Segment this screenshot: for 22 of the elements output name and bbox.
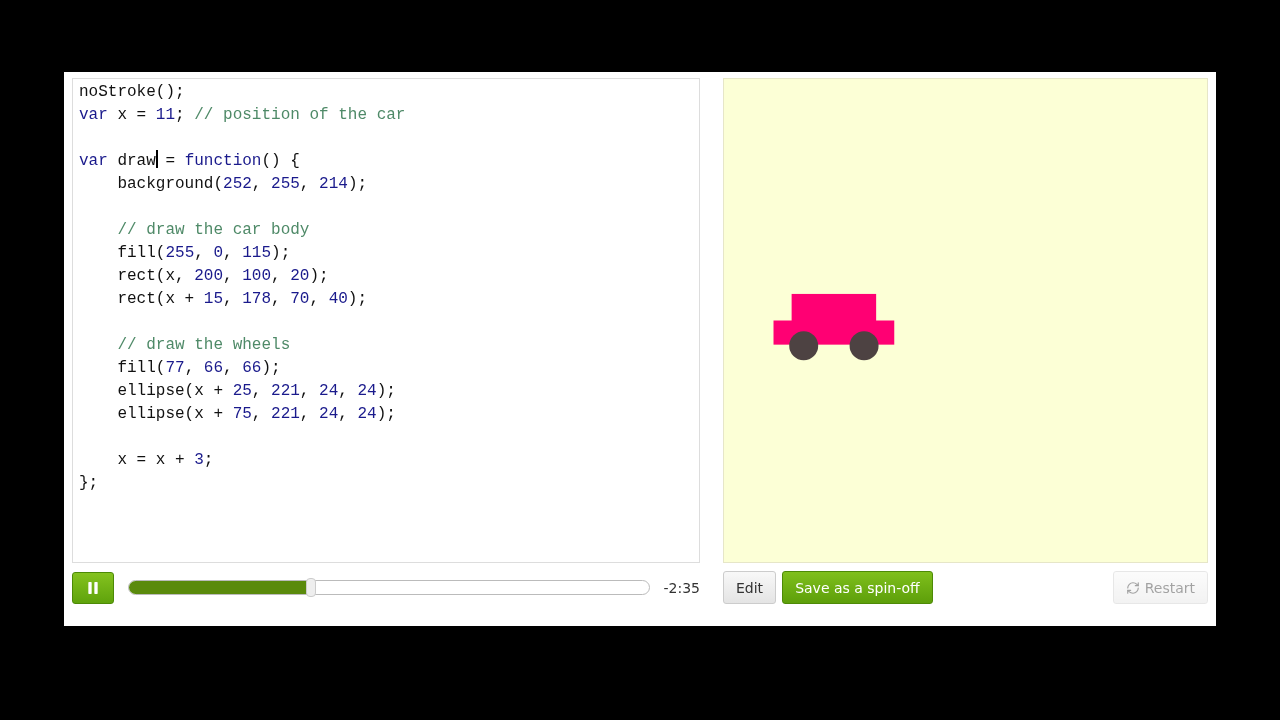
edit-button[interactable]: Edit — [723, 571, 777, 604]
code-line: fill(255, 0, 115); — [116, 243, 292, 264]
code-line: background(252, 255, 214); — [116, 174, 369, 195]
code-line: rect(x, 200, 100, 20); — [116, 266, 330, 287]
code-editor[interactable] — [72, 78, 700, 563]
code-line: noStroke(); — [79, 82, 186, 103]
code-line: fill(77, 66, 66); — [116, 358, 282, 379]
time-remaining: -2:35 — [663, 579, 700, 596]
code-line: }; — [79, 473, 100, 494]
code-line: var x = 11; // position of the car — [79, 105, 407, 126]
code-line: ellipse(x + 25, 221, 24, 24); — [116, 381, 397, 402]
pause-button[interactable] — [72, 571, 114, 604]
code-line: var draw = function() { — [79, 150, 301, 172]
slider-handle[interactable] — [305, 578, 316, 597]
code-line: x = x + 3; — [116, 450, 215, 471]
code-line: rect(x + 15, 178, 70, 40); — [116, 289, 369, 310]
code-line: // draw the wheels — [116, 335, 292, 356]
refresh-icon — [1125, 580, 1140, 595]
save-button[interactable]: Save as a spin-off — [782, 571, 933, 604]
code-line: ellipse(x + 75, 221, 24, 24); — [116, 404, 397, 425]
progress-slider[interactable] — [127, 580, 650, 595]
code-line: // draw the car body — [116, 220, 311, 241]
